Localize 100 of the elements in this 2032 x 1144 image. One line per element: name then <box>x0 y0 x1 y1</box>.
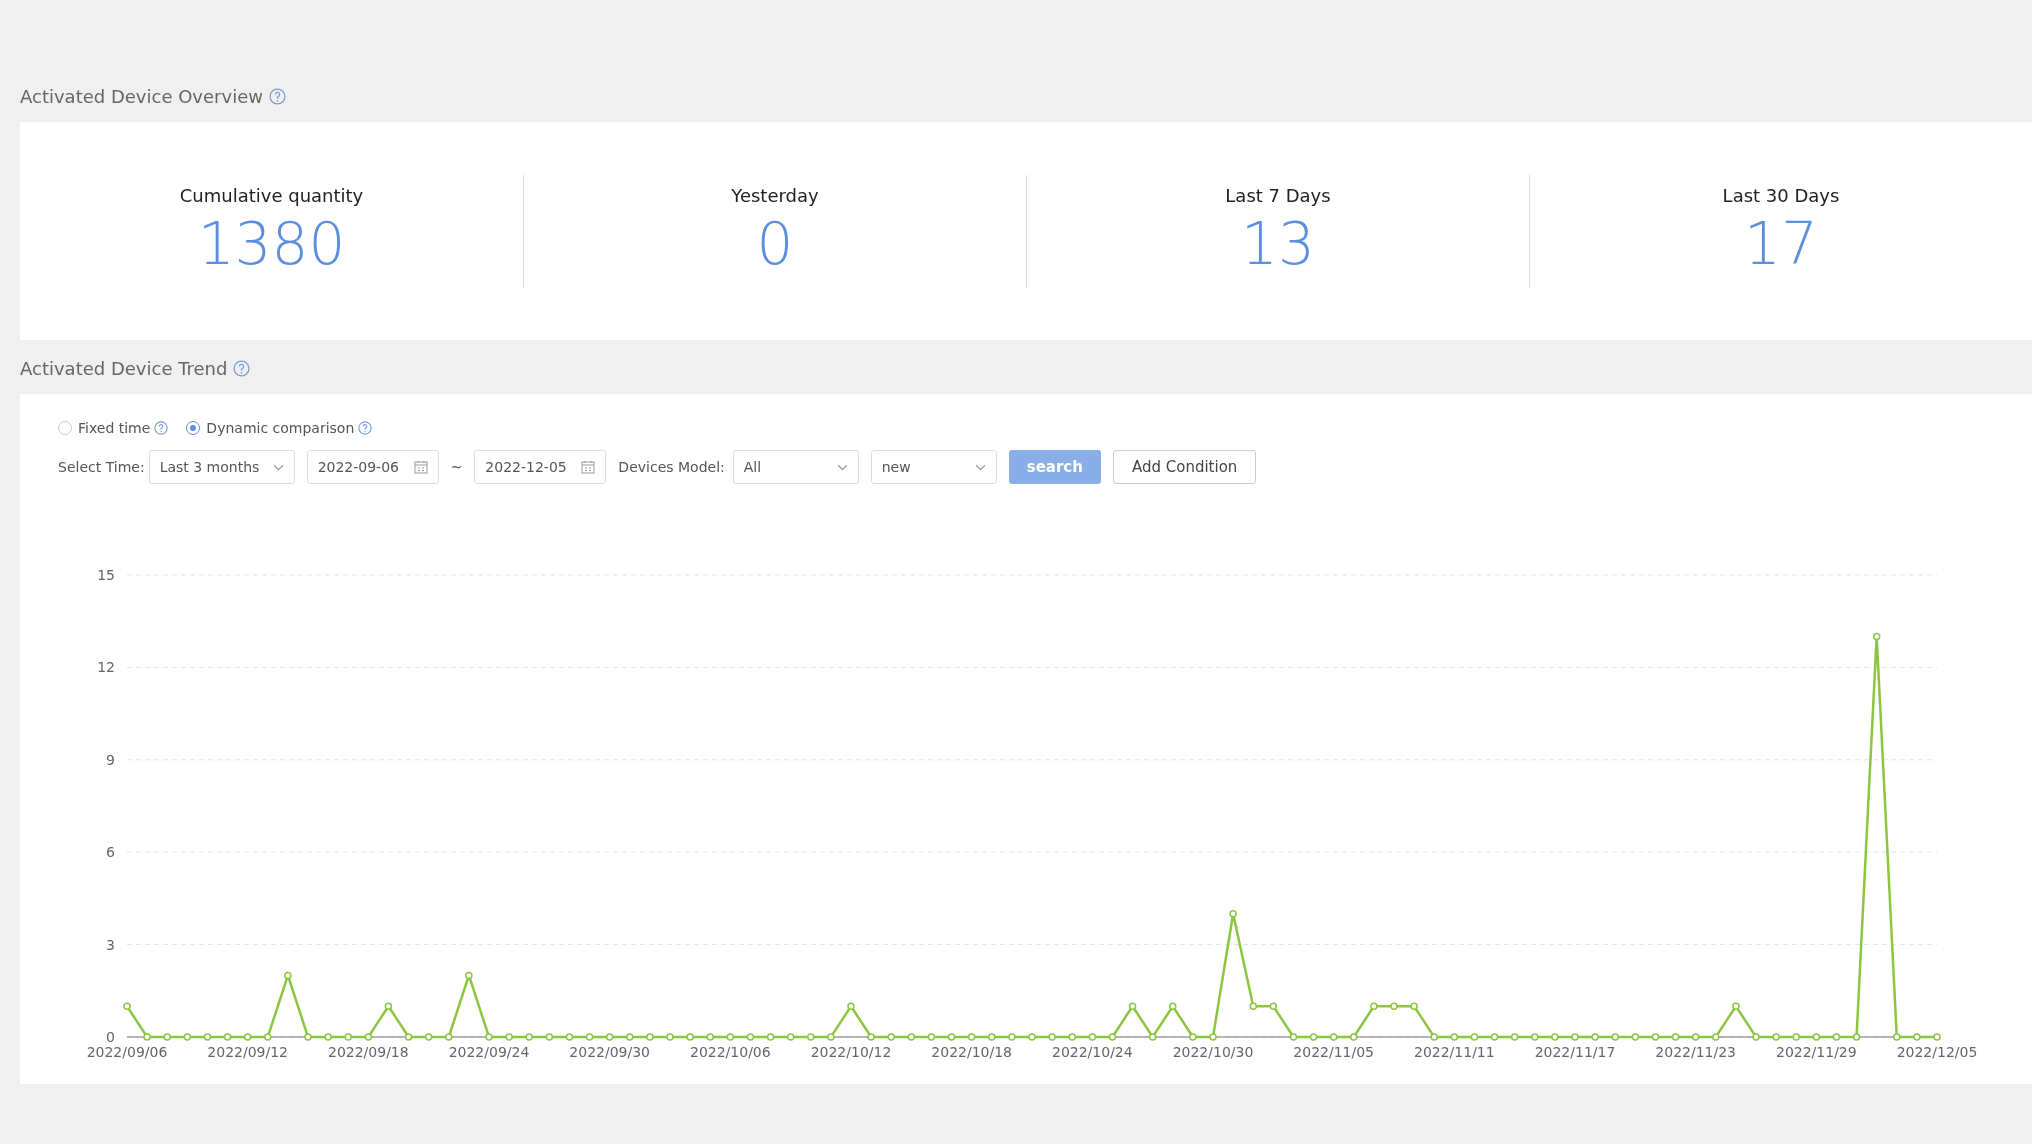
data-point <box>1490 1033 1499 1041</box>
data-point <box>626 1033 634 1041</box>
data-point <box>646 1033 654 1041</box>
data-point <box>807 1033 815 1041</box>
caret-icon <box>974 463 986 471</box>
y-tick-label: 3 <box>106 936 115 953</box>
x-tick-label: 2022/11/29 <box>1776 1044 1857 1060</box>
caret-icon <box>836 463 848 471</box>
data-point <box>1933 1033 1941 1041</box>
data-point <box>1008 1033 1016 1041</box>
data-point <box>927 1033 936 1041</box>
data-point <box>847 1002 855 1010</box>
calendar-icon <box>413 460 428 474</box>
data-point <box>1551 1033 1559 1041</box>
data-point <box>183 1033 192 1041</box>
y-tick-label: 12 <box>97 659 115 676</box>
data-point <box>967 1033 976 1041</box>
data-point <box>1269 1002 1278 1010</box>
data-point <box>827 1033 835 1041</box>
data-point <box>163 1033 171 1041</box>
data-point <box>545 1033 554 1041</box>
data-point <box>1591 1033 1599 1041</box>
data-point <box>1470 1033 1479 1041</box>
x-tick-label: 2022/11/11 <box>1414 1044 1495 1060</box>
data-point <box>384 1002 393 1010</box>
data-point <box>887 1033 895 1041</box>
radio-option[interactable]: Dynamic comparison <box>186 420 355 436</box>
data-point <box>465 971 473 980</box>
section-title: Activated Device Overview <box>20 85 263 107</box>
x-tick-label: 2022/09/30 <box>569 1044 650 1060</box>
data-point <box>1068 1033 1076 1041</box>
data-point <box>706 1033 714 1041</box>
data-point <box>1531 1033 1539 1041</box>
data-point <box>445 1033 453 1041</box>
stat-label: Cumulative quantity <box>179 184 364 206</box>
data-point <box>1189 1033 1197 1041</box>
data-point <box>1289 1033 1298 1041</box>
x-tick-label: 2022/11/17 <box>1534 1044 1616 1060</box>
data-point <box>1893 1033 1901 1041</box>
help-icon[interactable] <box>233 359 251 377</box>
data-point <box>223 1033 232 1041</box>
data-point <box>404 1033 413 1041</box>
stat-value: 1380 <box>197 209 346 278</box>
data-point <box>686 1033 694 1041</box>
data-point <box>284 971 292 980</box>
x-tick-label: 2022/10/06 <box>690 1044 771 1060</box>
stat-label: Last 7 Days <box>1225 184 1331 206</box>
x-tick-label: 2022/10/30 <box>1172 1044 1254 1060</box>
data-point <box>1430 1033 1438 1041</box>
data-point <box>123 1002 131 1010</box>
x-tick-label: 2022/11/05 <box>1293 1044 1374 1060</box>
data-point <box>1209 1033 1217 1041</box>
data-point <box>1571 1033 1579 1041</box>
data-point <box>1631 1033 1640 1041</box>
add-condition-button[interactable]: Add Condition <box>1112 450 1257 484</box>
help-icon[interactable] <box>358 421 373 435</box>
start-date-field[interactable]: 2022-09-06 <box>306 450 439 484</box>
range-dropdown[interactable]: Last 3 months <box>148 450 295 484</box>
help-icon[interactable] <box>268 87 286 105</box>
data-point <box>1148 1033 1157 1041</box>
data-point <box>1772 1033 1780 1041</box>
data-point <box>1450 1033 1459 1041</box>
stat-label: Last 30 Days <box>1722 184 1840 206</box>
data-point <box>1872 632 1881 641</box>
data-point <box>1028 1033 1036 1041</box>
data-point <box>907 1033 916 1041</box>
data-point <box>867 1033 875 1041</box>
x-tick-label: 2022/09/06 <box>86 1044 168 1060</box>
section-title: Activated Device Trend <box>20 357 228 379</box>
type-dropdown[interactable]: new <box>870 450 997 484</box>
data-point <box>1732 1002 1740 1010</box>
data-point <box>786 1033 795 1041</box>
data-point <box>344 1033 352 1041</box>
y-tick-label: 6 <box>106 844 115 861</box>
radio-option[interactable]: Fixed time <box>58 420 151 436</box>
data-point <box>585 1033 594 1041</box>
data-point <box>1812 1033 1821 1041</box>
field-label: Select Time: <box>58 459 145 475</box>
stat-value: 13 <box>1241 209 1315 278</box>
x-tick-label: 2022/09/18 <box>328 1044 409 1060</box>
x-tick-label: 2022/10/12 <box>810 1044 892 1060</box>
data-point <box>1350 1033 1358 1041</box>
data-point <box>1691 1033 1700 1041</box>
range-separator: ~ <box>450 459 463 475</box>
model-dropdown[interactable]: All <box>732 450 859 484</box>
data-point <box>264 1033 272 1041</box>
data-point <box>766 1033 775 1041</box>
data-point <box>525 1033 533 1041</box>
data-point <box>605 1033 614 1041</box>
data-point <box>1108 1033 1117 1041</box>
data-point <box>1249 1002 1257 1010</box>
data-point <box>203 1033 212 1041</box>
help-icon[interactable] <box>154 421 169 435</box>
x-tick-label: 2022/09/12 <box>207 1044 288 1060</box>
data-point <box>1651 1033 1660 1041</box>
data-point <box>1128 1002 1137 1010</box>
data-point <box>485 1033 493 1041</box>
data-point <box>1852 1033 1861 1041</box>
data-point <box>1390 1002 1398 1010</box>
end-date-field[interactable]: 2022-12-05 <box>474 450 607 484</box>
